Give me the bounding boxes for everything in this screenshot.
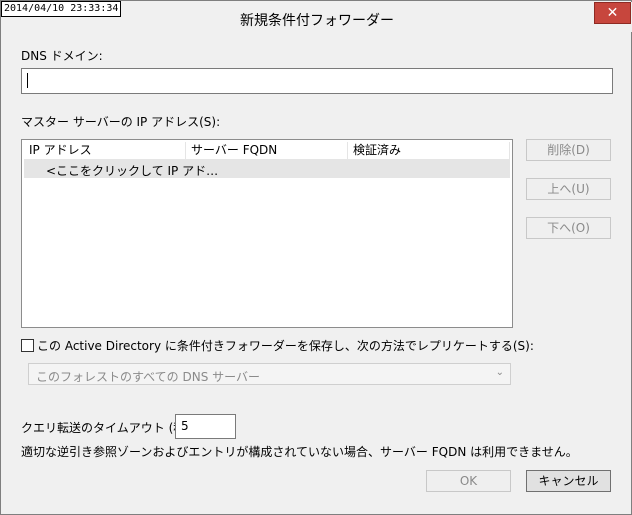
column-header-ip[interactable]: IP アドレス: [24, 142, 186, 159]
timeout-label: クエリ転送のタイムアウト (秒):: [21, 421, 194, 435]
replication-scope-select[interactable]: このフォレストのすべての DNS サーバー ⌄: [28, 363, 511, 385]
delete-button[interactable]: 削除(D): [526, 139, 611, 161]
timeout-value: 5: [181, 419, 189, 433]
master-servers-label: マスター サーバーの IP アドレス(S):: [21, 115, 221, 129]
close-button[interactable]: ✕: [594, 2, 631, 24]
dns-domain-label: DNS ドメイン:: [21, 49, 103, 63]
master-servers-list[interactable]: IP アドレス サーバー FQDN 検証済み <ここをクリックして IP アド…: [21, 139, 513, 328]
list-item[interactable]: <ここをクリックして IP アド…: [24, 160, 510, 178]
timeout-input[interactable]: 5: [175, 414, 236, 439]
replicate-checkbox-label[interactable]: この Active Directory に条件付きフォワーダーを保存し、次の方法…: [37, 337, 534, 354]
column-header-fqdn[interactable]: サーバー FQDN: [186, 142, 348, 159]
close-icon: ✕: [606, 5, 619, 21]
fqdn-note: 適切な逆引き参照ゾーンおよびエントリが構成されていない場合、サーバー FQDN …: [21, 445, 578, 459]
ok-button[interactable]: OK: [426, 470, 511, 492]
timestamp-overlay: 2014/04/10 23:33:34: [1, 1, 122, 17]
column-header-verified[interactable]: 検証済み: [348, 142, 510, 159]
cancel-button[interactable]: キャンセル: [526, 470, 611, 492]
chevron-down-icon: ⌄: [495, 367, 504, 378]
dns-domain-input[interactable]: [21, 68, 613, 94]
dialog-window: 新規条件付フォワーダー ✕ 2014/04/10 23:33:34 DNS ドメ…: [0, 0, 632, 515]
move-up-button[interactable]: 上へ(U): [526, 178, 611, 200]
move-down-button[interactable]: 下へ(O): [526, 217, 611, 239]
ip-placeholder-cell[interactable]: <ここをクリックして IP アド…: [46, 162, 218, 179]
replication-scope-value: このフォレストのすべての DNS サーバー: [36, 370, 261, 384]
text-caret: [27, 73, 28, 88]
list-header: IP アドレス サーバー FQDN 検証済み: [24, 142, 510, 160]
replicate-checkbox[interactable]: [21, 339, 34, 352]
